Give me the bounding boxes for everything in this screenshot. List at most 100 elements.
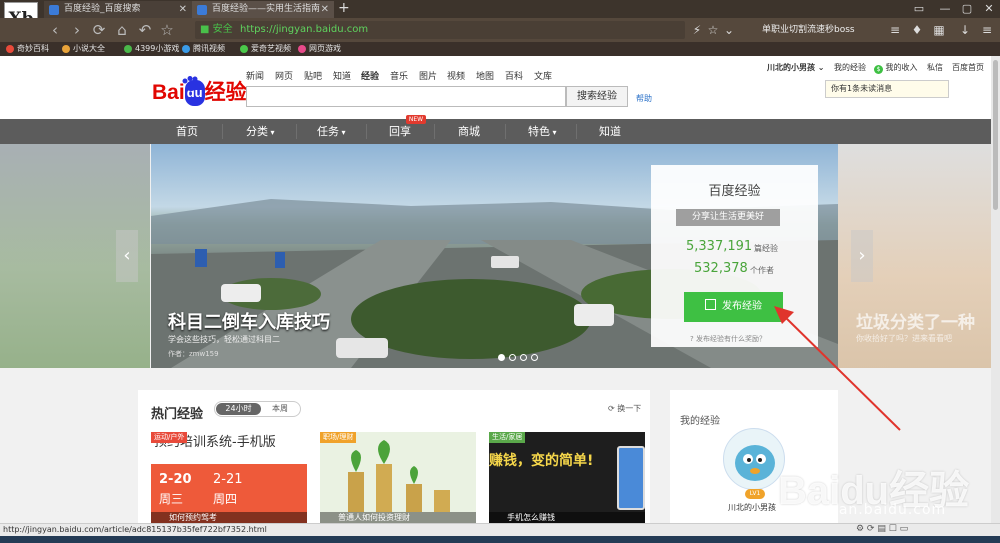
bookmark-item[interactable]: 4399小游戏 — [124, 43, 179, 55]
card-headline: 赚钱，变的简单! — [489, 453, 594, 469]
home-button[interactable]: ⌂ — [113, 20, 131, 40]
cat-image[interactable]: 图片 — [419, 71, 437, 83]
shield-icon[interactable]: ♦ — [908, 20, 926, 40]
maximize-button[interactable]: ▢ — [956, 0, 978, 18]
tab-week[interactable]: 本周 — [262, 403, 298, 415]
my-income-link[interactable]: $ 我的收入 — [874, 63, 918, 74]
download-icon[interactable]: ↓ — [956, 20, 974, 40]
apps-icon[interactable]: ▦ — [930, 20, 948, 40]
author-count-label: 个作者 — [750, 266, 774, 275]
carousel-dot-3[interactable] — [520, 354, 527, 361]
back-button[interactable]: ‹ — [46, 20, 64, 40]
chevron-down-icon: ▾ — [339, 128, 346, 137]
bookmark-label: 网页游戏 — [309, 44, 341, 53]
settings-icon[interactable]: ≡ — [978, 20, 996, 40]
cat-video[interactable]: 视频 — [447, 71, 465, 83]
banner-subtitle: 学会这些技巧，轻松通过科目二 — [168, 335, 280, 344]
close-window-button[interactable]: ✕ — [978, 0, 1000, 18]
cat-web[interactable]: 网页 — [275, 71, 293, 83]
my-income-label: 我的收入 — [885, 63, 918, 72]
bookmark-item[interactable]: 奇妙百科 — [6, 43, 49, 55]
cat-tieba[interactable]: 贴吧 — [304, 71, 322, 83]
scrollbar-thumb[interactable] — [993, 60, 998, 210]
tab-24h[interactable]: 24小时 — [216, 403, 261, 415]
menu-separator — [576, 124, 577, 139]
menu-task-label: 任务 — [317, 125, 339, 138]
bookmark-icon — [182, 45, 190, 53]
refresh-link[interactable]: ⟳ 换一下 — [608, 403, 641, 414]
forward-button[interactable]: › — [68, 20, 86, 40]
hot-title: 热门经验 — [151, 407, 204, 422]
banner-title[interactable]: 科目二倒车入库技巧 — [168, 308, 330, 334]
hot-card-3[interactable]: 赚钱，变的简单! 手机怎么赚钱 — [489, 432, 645, 523]
cat-zhidao[interactable]: 知道 — [333, 71, 351, 83]
new-tab-button[interactable]: + — [338, 0, 352, 18]
carousel-next-button[interactable]: › — [851, 230, 873, 282]
refresh-button[interactable]: ⟳ — [90, 20, 108, 40]
bookmark-item[interactable]: 腾讯视频 — [182, 43, 225, 55]
baidu-home-link[interactable]: 百度首页 — [952, 63, 984, 73]
browser-tab-2[interactable]: 百度经验——实用生活指南 ✕ — [192, 1, 334, 18]
url-text[interactable]: https://jingyan.baidu.com — [240, 23, 368, 37]
unread-message-tip[interactable]: 你有1条未读消息 — [825, 80, 949, 98]
card-date: 2-20 — [159, 472, 192, 487]
carousel-prev-button[interactable]: ‹ — [116, 230, 138, 282]
hot-card-2[interactable]: 普通人如何投资理财 — [320, 432, 476, 523]
secure-badge: ■ 安全 — [200, 24, 233, 35]
bookmark-label: 小说大全 — [73, 44, 105, 53]
bookmark-icon — [6, 45, 14, 53]
menu-separator — [505, 124, 506, 139]
bookmark-label: 腾讯视频 — [193, 44, 225, 53]
minimize-button[interactable]: — — [934, 0, 956, 18]
username: 川北的小男孩 — [767, 63, 815, 72]
carousel-dot-2[interactable] — [509, 354, 516, 361]
question-icon: ? — [690, 335, 694, 343]
cat-map[interactable]: 地图 — [476, 71, 494, 83]
dropdown-icon[interactable]: ⌄ — [720, 20, 738, 40]
browser-search-text[interactable]: 单职业切割流速秒boss — [762, 23, 855, 37]
carousel-dot-1[interactable] — [498, 354, 505, 361]
browser-tab-1[interactable]: 百度经验_百度搜索 ✕ — [44, 1, 192, 18]
undo-close-button[interactable]: ↶ — [136, 20, 154, 40]
username-link[interactable]: 川北的小男孩 ⌄ — [767, 63, 825, 73]
search-button[interactable]: 搜索经验 — [566, 86, 628, 107]
cat-wenku[interactable]: 文库 — [534, 71, 552, 83]
menu-category[interactable]: 分类 ▾ — [246, 119, 275, 144]
bookmark-icon — [124, 45, 132, 53]
favorite-star-button[interactable]: ☆ — [158, 20, 176, 40]
edit-icon — [705, 299, 716, 310]
cat-jingyan[interactable]: 经验 — [361, 71, 379, 83]
cat-news[interactable]: 新闻 — [246, 71, 264, 83]
banner-author[interactable]: 作者：zmw159 — [168, 349, 219, 359]
author-count: 532,378 — [694, 261, 748, 276]
publish-reward-link[interactable]: ? 发布经验有什么奖励？ — [690, 334, 766, 344]
my-experience-link[interactable]: 我的经验 — [834, 63, 866, 73]
search-input[interactable] — [246, 86, 566, 107]
menu-featured-label: 特色 — [528, 125, 550, 138]
status-icons[interactable]: ⚙ ⟳ ▤ ☐ ▭ — [856, 524, 908, 534]
baidu-favicon-icon — [49, 5, 59, 15]
bookmark-item[interactable]: 爱奇艺视频 — [240, 43, 291, 55]
close-tab-icon[interactable]: ✕ — [179, 1, 187, 18]
menu-icon[interactable]: ≡ — [886, 20, 904, 40]
menu-task[interactable]: 任务 ▾ — [317, 119, 346, 144]
menu-zhidao[interactable]: 知道 — [599, 119, 621, 144]
bookmark-item[interactable]: 小说大全 — [62, 43, 105, 55]
menu-category-label: 分类 — [246, 125, 268, 138]
baidu-paw-icon — [182, 76, 202, 91]
my-name[interactable]: 川北的小男孩 — [728, 502, 776, 513]
menu-home[interactable]: 首页 — [176, 119, 198, 144]
card-day: 周三 — [159, 492, 184, 506]
skin-icon[interactable]: ▭ — [908, 0, 930, 18]
menu-mall[interactable]: 商城 — [458, 119, 480, 144]
cat-baike[interactable]: 百科 — [505, 71, 523, 83]
carousel-dot-4[interactable] — [531, 354, 538, 361]
bookmark-item[interactable]: 网页游戏 — [298, 43, 341, 55]
menu-featured[interactable]: 特色 ▾ — [528, 119, 557, 144]
help-link[interactable]: 帮助 — [636, 93, 652, 104]
card-caption: 如何预约驾考 — [151, 512, 307, 523]
private-message-link[interactable]: 私信 — [927, 63, 943, 73]
cat-music[interactable]: 音乐 — [390, 71, 408, 83]
hot-card-1[interactable]: 预约培训系统-手机版 2-20 周三 2-21 周四 如何预约驾考 — [151, 432, 307, 523]
close-tab-icon[interactable]: ✕ — [321, 1, 329, 18]
